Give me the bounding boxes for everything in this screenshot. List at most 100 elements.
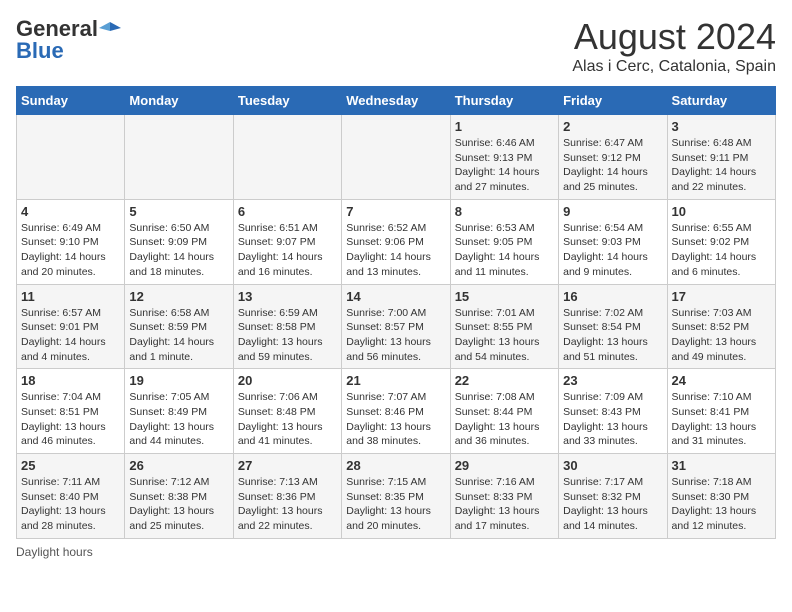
logo-bird-icon — [99, 18, 121, 40]
footer-note: Daylight hours — [16, 545, 776, 559]
day-info: Sunrise: 7:01 AM Sunset: 8:55 PM Dayligh… — [455, 306, 554, 365]
calendar-week-row: 18 Sunrise: 7:04 AM Sunset: 8:51 PM Dayli… — [17, 369, 776, 454]
day-number: 11 — [21, 289, 120, 304]
day-info: Sunrise: 7:13 AM Sunset: 8:36 PM Dayligh… — [238, 475, 337, 534]
day-header-saturday: Saturday — [667, 87, 775, 115]
day-info: Sunrise: 7:07 AM Sunset: 8:46 PM Dayligh… — [346, 390, 445, 449]
day-header-wednesday: Wednesday — [342, 87, 450, 115]
calendar-cell — [233, 115, 341, 200]
day-header-monday: Monday — [125, 87, 233, 115]
day-info: Sunrise: 7:15 AM Sunset: 8:35 PM Dayligh… — [346, 475, 445, 534]
day-number: 21 — [346, 373, 445, 388]
calendar-cell: 1 Sunrise: 6:46 AM Sunset: 9:13 PM Daylig… — [450, 115, 558, 200]
calendar-cell: 22 Sunrise: 7:08 AM Sunset: 8:44 PM Dayli… — [450, 369, 558, 454]
calendar-cell: 27 Sunrise: 7:13 AM Sunset: 8:36 PM Dayli… — [233, 454, 341, 539]
logo: General Blue — [16, 16, 121, 64]
day-header-thursday: Thursday — [450, 87, 558, 115]
month-title: August 2024 — [572, 16, 776, 58]
calendar-cell — [17, 115, 125, 200]
calendar-cell: 2Sunrise: 6:47 AM Sunset: 9:12 PM Daylig… — [559, 115, 667, 200]
calendar-cell: 30 Sunrise: 7:17 AM Sunset: 8:32 PM Dayli… — [559, 454, 667, 539]
day-info: Sunrise: 7:08 AM Sunset: 8:44 PM Dayligh… — [455, 390, 554, 449]
calendar-cell: 12 Sunrise: 6:58 AM Sunset: 8:59 PM Dayli… — [125, 284, 233, 369]
calendar-cell: 26Sunrise: 7:12 AM Sunset: 8:38 PM Dayli… — [125, 454, 233, 539]
day-header-sunday: Sunday — [17, 87, 125, 115]
calendar-cell: 4Sunrise: 6:49 AM Sunset: 9:10 PM Daylig… — [17, 199, 125, 284]
calendar-cell: 20Sunrise: 7:06 AM Sunset: 8:48 PM Dayli… — [233, 369, 341, 454]
day-number: 4 — [21, 204, 120, 219]
calendar-cell: 29 Sunrise: 7:16 AM Sunset: 8:33 PM Dayli… — [450, 454, 558, 539]
day-info: Sunrise: 7:00 AM Sunset: 8:57 PM Dayligh… — [346, 306, 445, 365]
calendar-cell: 19 Sunrise: 7:05 AM Sunset: 8:49 PM Dayli… — [125, 369, 233, 454]
day-number: 27 — [238, 458, 337, 473]
day-number: 23 — [563, 373, 662, 388]
day-info: Sunrise: 6:59 AM Sunset: 8:58 PM Dayligh… — [238, 306, 337, 365]
day-info: Sunrise: 6:57 AM Sunset: 9:01 PM Dayligh… — [21, 306, 120, 365]
title-area: August 2024 Alas i Cerc, Catalonia, Spai… — [572, 16, 776, 76]
day-info: Sunrise: 6:52 AM Sunset: 9:06 PM Dayligh… — [346, 221, 445, 280]
day-number: 1 — [455, 119, 554, 134]
day-info: Sunrise: 6:46 AM Sunset: 9:13 PM Dayligh… — [455, 136, 554, 195]
day-number: 18 — [21, 373, 120, 388]
day-header-friday: Friday — [559, 87, 667, 115]
day-info: Sunrise: 7:04 AM Sunset: 8:51 PM Dayligh… — [21, 390, 120, 449]
day-number: 29 — [455, 458, 554, 473]
day-number: 13 — [238, 289, 337, 304]
day-info: Sunrise: 7:03 AM Sunset: 8:52 PM Dayligh… — [672, 306, 771, 365]
day-info: Sunrise: 6:55 AM Sunset: 9:02 PM Dayligh… — [672, 221, 771, 280]
day-number: 19 — [129, 373, 228, 388]
calendar-table: SundayMondayTuesdayWednesdayThursdayFrid… — [16, 86, 776, 539]
day-info: Sunrise: 6:47 AM Sunset: 9:12 PM Dayligh… — [563, 136, 662, 195]
calendar-cell: 14 Sunrise: 7:00 AM Sunset: 8:57 PM Dayli… — [342, 284, 450, 369]
day-number: 15 — [455, 289, 554, 304]
calendar-cell: 25Sunrise: 7:11 AM Sunset: 8:40 PM Dayli… — [17, 454, 125, 539]
calendar-cell: 18 Sunrise: 7:04 AM Sunset: 8:51 PM Dayli… — [17, 369, 125, 454]
day-number: 25 — [21, 458, 120, 473]
day-info: Sunrise: 6:53 AM Sunset: 9:05 PM Dayligh… — [455, 221, 554, 280]
day-info: Sunrise: 7:16 AM Sunset: 8:33 PM Dayligh… — [455, 475, 554, 534]
day-info: Sunrise: 7:17 AM Sunset: 8:32 PM Dayligh… — [563, 475, 662, 534]
day-info: Sunrise: 6:58 AM Sunset: 8:59 PM Dayligh… — [129, 306, 228, 365]
calendar-cell: 13 Sunrise: 6:59 AM Sunset: 8:58 PM Dayli… — [233, 284, 341, 369]
location-title: Alas i Cerc, Catalonia, Spain — [572, 58, 776, 76]
calendar-cell: 23 Sunrise: 7:09 AM Sunset: 8:43 PM Dayli… — [559, 369, 667, 454]
day-info: Sunrise: 7:05 AM Sunset: 8:49 PM Dayligh… — [129, 390, 228, 449]
calendar-cell — [342, 115, 450, 200]
day-number: 14 — [346, 289, 445, 304]
day-info: Sunrise: 7:12 AM Sunset: 8:38 PM Dayligh… — [129, 475, 228, 534]
day-number: 8 — [455, 204, 554, 219]
day-number: 3 — [672, 119, 771, 134]
day-number: 30 — [563, 458, 662, 473]
calendar-week-row: 1 Sunrise: 6:46 AM Sunset: 9:13 PM Daylig… — [17, 115, 776, 200]
day-number: 22 — [455, 373, 554, 388]
day-info: Sunrise: 7:18 AM Sunset: 8:30 PM Dayligh… — [672, 475, 771, 534]
calendar-week-row: 4Sunrise: 6:49 AM Sunset: 9:10 PM Daylig… — [17, 199, 776, 284]
day-number: 12 — [129, 289, 228, 304]
day-info: Sunrise: 6:51 AM Sunset: 9:07 PM Dayligh… — [238, 221, 337, 280]
calendar-week-row: 25Sunrise: 7:11 AM Sunset: 8:40 PM Dayli… — [17, 454, 776, 539]
day-info: Sunrise: 6:48 AM Sunset: 9:11 PM Dayligh… — [672, 136, 771, 195]
day-number: 28 — [346, 458, 445, 473]
day-info: Sunrise: 6:54 AM Sunset: 9:03 PM Dayligh… — [563, 221, 662, 280]
day-info: Sunrise: 7:02 AM Sunset: 8:54 PM Dayligh… — [563, 306, 662, 365]
day-number: 24 — [672, 373, 771, 388]
day-info: Sunrise: 7:09 AM Sunset: 8:43 PM Dayligh… — [563, 390, 662, 449]
calendar-cell — [125, 115, 233, 200]
day-number: 16 — [563, 289, 662, 304]
calendar-cell: 3 Sunrise: 6:48 AM Sunset: 9:11 PM Daylig… — [667, 115, 775, 200]
calendar-cell: 24Sunrise: 7:10 AM Sunset: 8:41 PM Dayli… — [667, 369, 775, 454]
calendar-cell: 8 Sunrise: 6:53 AM Sunset: 9:05 PM Daylig… — [450, 199, 558, 284]
calendar-cell: 21 Sunrise: 7:07 AM Sunset: 8:46 PM Dayli… — [342, 369, 450, 454]
calendar-cell: 6Sunrise: 6:51 AM Sunset: 9:07 PM Daylig… — [233, 199, 341, 284]
day-info: Sunrise: 7:06 AM Sunset: 8:48 PM Dayligh… — [238, 390, 337, 449]
daylight-label: Daylight hours — [16, 545, 93, 559]
calendar-cell: 15 Sunrise: 7:01 AM Sunset: 8:55 PM Dayli… — [450, 284, 558, 369]
calendar-cell: 28 Sunrise: 7:15 AM Sunset: 8:35 PM Dayli… — [342, 454, 450, 539]
calendar-cell: 11 Sunrise: 6:57 AM Sunset: 9:01 PM Dayli… — [17, 284, 125, 369]
day-number: 17 — [672, 289, 771, 304]
calendar-cell: 7Sunrise: 6:52 AM Sunset: 9:06 PM Daylig… — [342, 199, 450, 284]
day-number: 31 — [672, 458, 771, 473]
calendar-week-row: 11 Sunrise: 6:57 AM Sunset: 9:01 PM Dayli… — [17, 284, 776, 369]
day-number: 5 — [129, 204, 228, 219]
calendar-cell: 9Sunrise: 6:54 AM Sunset: 9:03 PM Daylig… — [559, 199, 667, 284]
